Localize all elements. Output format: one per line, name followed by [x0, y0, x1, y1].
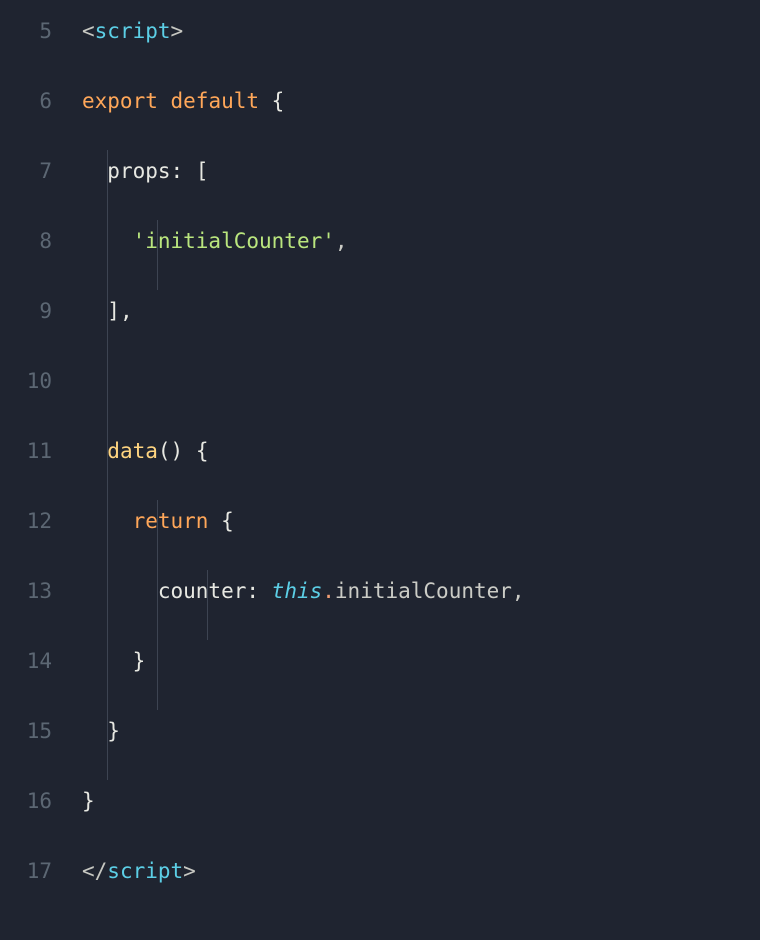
punctuation: : [: [171, 159, 209, 183]
code-line[interactable]: 16 }: [0, 780, 760, 850]
angle-bracket: <: [82, 19, 95, 43]
brace: {: [183, 439, 208, 463]
angle-bracket: >: [183, 859, 196, 883]
keyword-default: default: [171, 89, 260, 113]
brace-close: }: [133, 649, 146, 673]
code-content[interactable]: </script>: [70, 850, 196, 888]
line-number: 10: [0, 360, 70, 398]
code-line[interactable]: 7 props: [: [0, 150, 760, 220]
keyword-return: return: [133, 509, 209, 533]
code-content[interactable]: }: [70, 640, 145, 678]
code-editor[interactable]: 5 <script> 6 export default { 7 props: […: [0, 10, 760, 920]
line-number: 9: [0, 290, 70, 328]
keyword-export: export: [82, 89, 158, 113]
method-name: data: [107, 439, 158, 463]
line-number: 12: [0, 500, 70, 538]
brace-close: }: [82, 789, 95, 813]
property-name: counter: [158, 579, 247, 603]
code-line[interactable]: 12 return {: [0, 500, 760, 570]
code-content[interactable]: 'initialCounter',: [70, 220, 348, 258]
comma: ,: [335, 229, 348, 253]
code-content[interactable]: <script>: [70, 10, 183, 48]
angle-bracket: </: [82, 859, 107, 883]
tag-name: script: [95, 19, 171, 43]
line-number: 17: [0, 850, 70, 888]
line-number: 14: [0, 640, 70, 678]
code-content[interactable]: }: [70, 710, 120, 748]
comma: ,: [512, 579, 525, 603]
brace: {: [259, 89, 284, 113]
code-content[interactable]: props: [: [70, 150, 208, 188]
brace-close: }: [107, 719, 120, 743]
code-line[interactable]: 10: [0, 360, 760, 430]
line-number: 11: [0, 430, 70, 468]
code-content[interactable]: }: [70, 780, 95, 818]
code-line[interactable]: 8 'initialCounter',: [0, 220, 760, 290]
string-literal: 'initialCounter': [133, 229, 335, 253]
line-number: 6: [0, 80, 70, 118]
parentheses: (): [158, 439, 183, 463]
line-number: 5: [0, 10, 70, 48]
code-content[interactable]: return {: [70, 500, 234, 538]
code-line[interactable]: 13 counter: this.initialCounter,: [0, 570, 760, 640]
line-number: 16: [0, 780, 70, 818]
colon: :: [246, 579, 271, 603]
code-line[interactable]: 9 ],: [0, 290, 760, 360]
code-content[interactable]: data() {: [70, 430, 208, 468]
angle-bracket: >: [171, 19, 184, 43]
brace: {: [208, 509, 233, 533]
code-content[interactable]: ],: [70, 290, 133, 328]
keyword-this: this: [272, 579, 323, 603]
code-line[interactable]: 17 </script>: [0, 850, 760, 920]
property-name: props: [107, 159, 170, 183]
code-content[interactable]: counter: this.initialCounter,: [70, 570, 525, 608]
member-access: initialCounter: [335, 579, 512, 603]
line-number: 7: [0, 150, 70, 188]
code-line[interactable]: 11 data() {: [0, 430, 760, 500]
code-line[interactable]: 6 export default {: [0, 80, 760, 150]
bracket-close: ],: [107, 299, 132, 323]
code-content[interactable]: [70, 360, 82, 366]
code-line[interactable]: 5 <script>: [0, 10, 760, 80]
line-number: 15: [0, 710, 70, 748]
tag-name: script: [107, 859, 183, 883]
code-content[interactable]: export default {: [70, 80, 284, 118]
code-line[interactable]: 14 }: [0, 640, 760, 710]
line-number: 13: [0, 570, 70, 608]
code-line[interactable]: 15 }: [0, 710, 760, 780]
dot-operator: .: [322, 579, 335, 603]
line-number: 8: [0, 220, 70, 258]
